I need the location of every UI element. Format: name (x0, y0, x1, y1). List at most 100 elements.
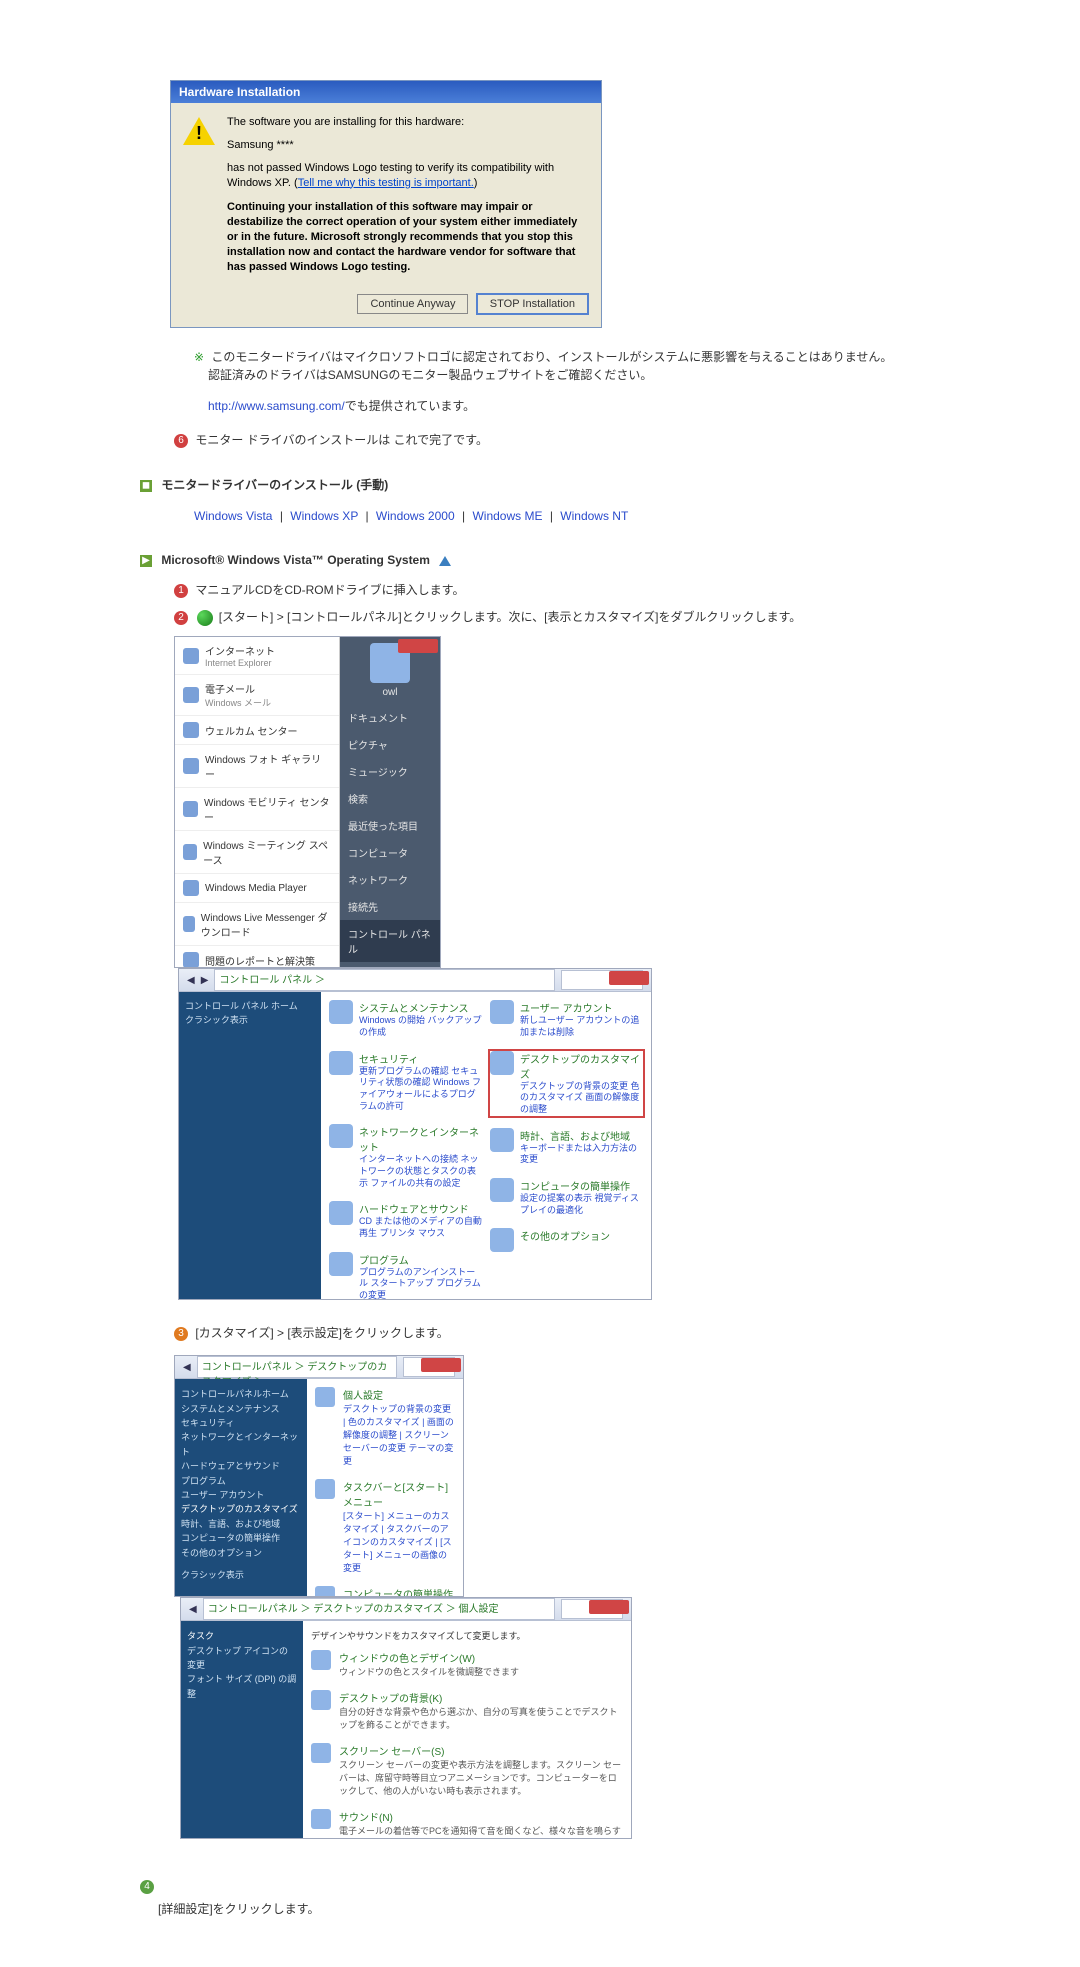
hardware-installation-dialog: Hardware Installation ! The software you… (170, 80, 602, 328)
start-item[interactable]: 電子メールWindows メール (175, 675, 339, 716)
continue-anyway-button[interactable]: Continue Anyway (357, 294, 468, 314)
control-panel-home-screenshot: ◀ ▶ コントロール パネル ＞ コントロール パネル ホーム クラシック表示 … (178, 968, 652, 1300)
cp-category[interactable]: ネットワークとインターネットインターネットへの接続 ネットワークの状態とタスクの… (329, 1124, 482, 1189)
start-item[interactable]: Windows Live Messenger ダウンロード (175, 903, 339, 946)
step-2-badge: 2 (174, 611, 188, 625)
step-1-badge: 1 (174, 584, 188, 598)
dialog-line1: The software you are installing for this… (227, 115, 589, 130)
close-icon (609, 971, 649, 985)
step-4-badge: 4 (140, 1880, 154, 1894)
customize-item[interactable]: タスクバーと[スタート]メニュー[スタート] メニューのカスタマイズ | タスク… (315, 1479, 455, 1574)
cp-category[interactable]: 時計、言語、および地域キーボードまたは入力方法の変更 (490, 1128, 643, 1166)
start-right-item[interactable]: 最近使った項目 (340, 812, 440, 839)
cp-side-item[interactable]: システムとメンテナンス (181, 1402, 301, 1416)
cp-side-item[interactable]: コンピュータの簡単操作 (181, 1531, 301, 1545)
start-item[interactable]: 問題のレポートと解決策 (175, 946, 339, 968)
link-windows-nt[interactable]: Windows NT (560, 509, 628, 523)
appearance-customize-screenshot: ◀ コントロールパネル ＞ デスクトップのカスタマイズ ＞ コントロールパネルホ… (174, 1355, 464, 1597)
link-windows-vista[interactable]: Windows Vista (194, 509, 272, 523)
customize-item[interactable]: 個人設定デスクトップの背景の変更 | 色のカスタマイズ | 画面の解像度の調整 … (315, 1387, 455, 1467)
vista-step-2: 2 [スタート] > [コントロールパネル]とクリックします。次に、[表示とカス… (174, 608, 910, 626)
cp-side-item[interactable]: デスクトップ アイコンの変更 (187, 1644, 297, 1673)
cp-category[interactable]: プログラムプログラムのアンインストール スタートアップ プログラムの変更 (329, 1252, 482, 1300)
forward-icon[interactable]: ▶ (201, 975, 209, 986)
close-icon (398, 639, 438, 653)
cp-side-item[interactable]: ネットワークとインターネット (181, 1430, 301, 1459)
start-right-item[interactable]: 接続先 (340, 893, 440, 920)
start-item[interactable]: ウェルカム センター (175, 716, 339, 745)
up-triangle-icon (439, 556, 451, 566)
close-icon (421, 1358, 461, 1372)
section-arrow-icon: ▶ (140, 555, 152, 567)
control-panel-item[interactable]: コントロール パネル (340, 920, 440, 962)
dialog-warning-bold: Continuing your installation of this sof… (227, 200, 589, 274)
start-item[interactable]: Windows Media Player (175, 874, 339, 903)
cp-side-item[interactable]: ユーザー アカウント (181, 1488, 301, 1502)
cp-category[interactable]: その他のオプション (490, 1228, 643, 1252)
back-icon[interactable]: ◀ (187, 975, 195, 986)
cp-side-item[interactable]: コントロールパネルホーム (181, 1387, 301, 1401)
cp-side-home[interactable]: コントロール パネル ホーム (185, 1000, 315, 1014)
samsung-url-link[interactable]: http://www.samsung.com/ (208, 399, 345, 413)
start-right-item[interactable]: ドキュメント (340, 704, 440, 731)
start-right-item[interactable]: ピクチャ (340, 731, 440, 758)
step-3-badge: 3 (174, 1327, 188, 1341)
dialog-logo-test: has not passed Windows Logo testing to v… (227, 161, 589, 191)
close-icon (589, 1600, 629, 1614)
link-windows-2000[interactable]: Windows 2000 (376, 509, 455, 523)
cp-category[interactable]: セキュリティ更新プログラムの確認 セキュリティ状態の確認 Windows ファイ… (329, 1051, 482, 1113)
address-bar[interactable]: コントロールパネル ＞ デスクトップのカスタマイズ ＞ (197, 1356, 397, 1378)
start-right-item[interactable]: ミュージック (340, 758, 440, 785)
cp-side-item[interactable]: セキュリティ (181, 1416, 301, 1430)
personalize-item[interactable]: スクリーン セーバー(S)スクリーン セーバーの変更や表示方法を調整します。スク… (311, 1743, 623, 1797)
cp-side-item[interactable]: プログラム (181, 1474, 301, 1488)
os-link-row: Windows Vista | Windows XP | Windows 200… (194, 509, 910, 523)
start-menu-screenshot: インターネットInternet Explorer 電子メールWindows メー… (174, 636, 441, 968)
cp-side-item-active[interactable]: デスクトップのカスタマイズ (181, 1502, 301, 1516)
cp-side-item[interactable]: その他のオプション (181, 1546, 301, 1560)
personalize-item[interactable]: ウィンドウの色とデザイン(W)ウィンドウの色とスタイルを微調整できます (311, 1650, 623, 1678)
check-x-icon: ※ (194, 350, 204, 364)
back-icon[interactable]: ◀ (189, 1604, 197, 1615)
dialog-titlebar: Hardware Installation (171, 81, 601, 103)
cp-side-item[interactable]: クラシック表示 (181, 1568, 301, 1582)
personalize-item[interactable]: サウンド(N)電子メールの着信等でPCを通知得て音を聞くなど、様々な音を鳴らすこ… (311, 1809, 623, 1839)
logo-note: ※ このモニタードライバはマイクロソフトロゴに認定されており、インストールがシス… (194, 348, 910, 416)
start-right-item[interactable]: ネットワーク (340, 866, 440, 893)
personalize-item[interactable]: デスクトップの背景(K)自分の好きな背景や色から選ぶか、自分の写真を使うことでデ… (311, 1690, 623, 1731)
cp-side-item[interactable]: 時計、言語、および地域 (181, 1517, 301, 1531)
back-icon[interactable]: ◀ (183, 1362, 191, 1373)
start-item[interactable]: Windows モビリティ センター (175, 788, 339, 831)
step-6: 6 モニター ドライバのインストールは これで完了です。 (174, 431, 910, 448)
cp-category[interactable]: ユーザー アカウント新しユーザー アカウントの追加または削除 (490, 1000, 643, 1038)
cp-category[interactable]: コンピュータの簡単操作設定の提案の表示 視覚ディスプレイの最適化 (490, 1178, 643, 1216)
customize-item[interactable]: コンピュータの簡単操作センター視力障害がある方のための設定 | スクリーン リー… (315, 1586, 455, 1597)
cp-side-classic[interactable]: クラシック表示 (185, 1014, 315, 1028)
tell-me-link[interactable]: Tell me why this testing is important. (298, 177, 474, 189)
warning-icon: ! (183, 115, 215, 147)
start-item[interactable]: Windows ミーティング スペース (175, 831, 339, 874)
start-item[interactable]: Windows フォト ギャラリー (175, 745, 339, 788)
start-right-item[interactable]: 検索 (340, 785, 440, 812)
start-item[interactable]: インターネットInternet Explorer (175, 637, 339, 675)
section-manual-install: ◼ モニタードライバーのインストール (手動) (140, 476, 910, 493)
address-bar[interactable]: コントロール パネル ＞ (214, 969, 555, 991)
start-orb-icon (197, 610, 213, 626)
link-windows-xp[interactable]: Windows XP (290, 509, 358, 523)
start-right-item[interactable]: コンピュータ (340, 839, 440, 866)
step-6-badge: 6 (174, 434, 188, 448)
cp-category[interactable]: システムとメンテナンスWindows の開始 バックアップの作成 (329, 1000, 482, 1038)
link-windows-me[interactable]: Windows ME (472, 509, 542, 523)
cp-category-appearance-highlighted[interactable]: デスクトップのカスタマイズデスクトップの背景の変更 色のカスタマイズ 画面の解像… (490, 1051, 643, 1116)
cp-category[interactable]: ハードウェアとサウンドCD または他のメディアの自動再生 プリンタ マウス (329, 1201, 482, 1239)
vista-step-1: 1 マニュアルCDをCD-ROMドライブに挿入します。 (174, 581, 910, 598)
stop-installation-button[interactable]: STOP Installation (476, 293, 589, 315)
personalize-intro: デザインやサウンドをカスタマイズして変更します。 (311, 1629, 623, 1642)
section-bullet-icon: ◼ (140, 480, 152, 492)
vista-section-heading: ▶ Microsoft® Windows Vista™ Operating Sy… (140, 553, 910, 567)
cp-side-item[interactable]: ハードウェアとサウンド (181, 1459, 301, 1473)
address-bar[interactable]: コントロールパネル ＞ デスクトップのカスタマイズ ＞ 個人設定 (203, 1598, 555, 1620)
cp-side-item[interactable]: フォント サイズ (DPI) の調整 (187, 1672, 297, 1701)
device-name: Samsung **** (227, 138, 589, 153)
cp-side-heading: タスク (187, 1629, 297, 1643)
